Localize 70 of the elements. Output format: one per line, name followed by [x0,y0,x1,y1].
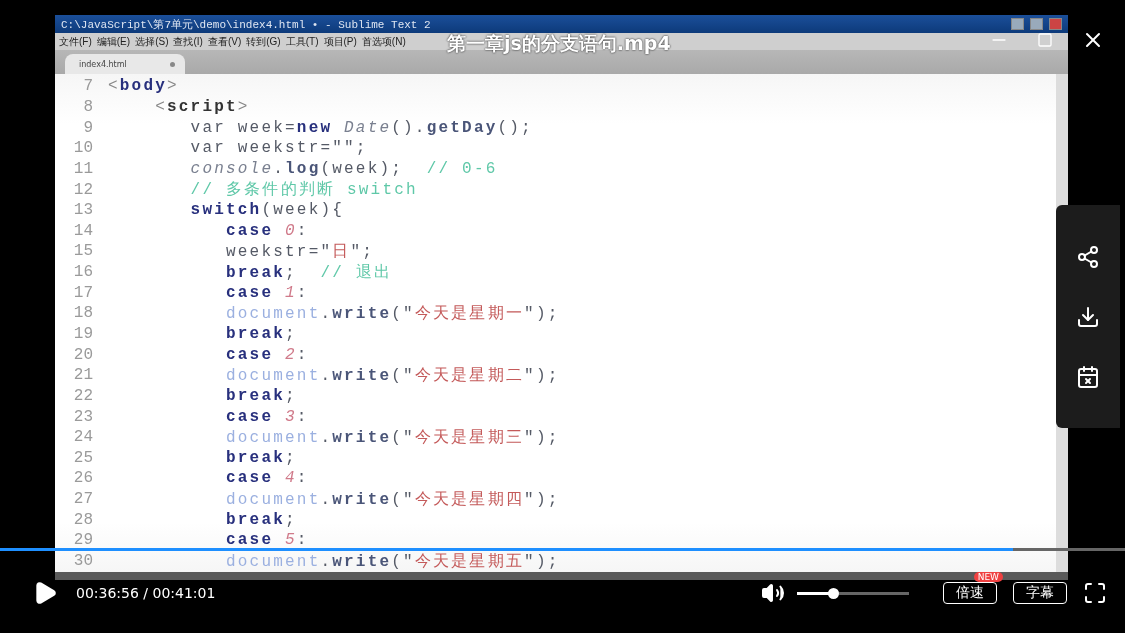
code-line: break; [225,510,297,529]
volume-icon[interactable] [761,581,785,605]
line-number: 10 [72,139,93,158]
menu-item[interactable]: 选择(S) [135,34,169,49]
line-number: 30 [72,552,93,571]
code-line: break; // 退出 [225,262,393,283]
menu-item[interactable]: 首选项(N) [361,34,406,49]
calendar-icon[interactable] [1076,364,1100,389]
line-number: 25 [72,448,93,467]
code-line: // 多条件的判断 switch [189,179,418,201]
code-line: case 3: [225,407,309,426]
code-line: document.write("今天是星期四"); [225,489,560,510]
code-line: break; [225,325,297,343]
line-number: 7 [82,77,93,96]
code-line: weekstr="日"; [225,241,375,262]
code-line: <body> [108,77,179,96]
line-number: 11 [72,159,93,178]
code-line: case 0: [225,221,309,240]
menu-item[interactable]: 项目(P) [323,34,357,49]
code-line: case 5: [225,531,309,550]
window-title: C:\JavaScript\第7单元\demo\index4.html • - Sublime Text 2 [61,17,432,32]
line-number: 27 [72,490,93,509]
menu-item[interactable]: 转到(G) [246,34,281,49]
menu-item[interactable]: 文件(F) [59,34,92,49]
file-tab[interactable]: index4.html [65,54,185,74]
menu-item[interactable]: 查看(V) [207,34,242,49]
line-number: 22 [72,386,93,405]
line-number: 20 [72,345,93,364]
close-dot-icon[interactable] [170,61,175,67]
line-number: 26 [72,469,93,488]
code-line: document.write("今天是星期一"); [225,303,560,324]
fullscreen-icon[interactable] [1083,581,1107,605]
code-line: break; [225,448,297,467]
line-number: 8 [82,97,93,116]
line-number: 12 [72,180,93,199]
line-number: 28 [72,510,93,529]
line-number: 23 [72,407,93,426]
code-line: var week=new Date().getDay(); [189,118,533,137]
code-line: case 1: [225,283,309,302]
line-number: 24 [72,428,93,447]
line-number: 15 [72,242,93,261]
download-icon[interactable] [1076,304,1100,329]
share-icon[interactable] [1076,244,1100,269]
code-line: case 4: [225,469,309,488]
code-line: document.write("今天是星期二"); [225,365,560,386]
code-line: break; [225,386,297,405]
code-line: <script> [154,97,250,116]
menu-item[interactable]: 编辑(E) [96,34,131,49]
line-number: 29 [72,531,93,550]
code-line: document.write("今天是星期三"); [225,427,560,448]
code-line: case 2: [225,345,309,364]
line-number: 9 [82,118,93,137]
code-line: document.write("今天是星期五"); [225,551,560,572]
line-number: 17 [72,283,93,302]
volume-thumb[interactable] [827,587,839,599]
video-title: 第一章js的分支语句.mp4 [447,31,671,57]
line-number: 16 [72,263,93,282]
line-number: 21 [72,366,93,385]
menu-item[interactable]: 工具(T) [285,34,319,49]
line-number: 18 [72,304,93,323]
time-display: 00:36:56 / 00:41:01 [76,585,217,601]
subtitles-button[interactable]: 字幕 [1013,582,1067,604]
line-number: 13 [72,201,93,220]
line-number: 19 [72,325,93,343]
line-number: 14 [72,221,93,240]
code-line: switch(week){ [189,201,345,220]
new-badge: NEW [973,572,1003,582]
code-line: var weekstr=""; [189,139,368,158]
menu-item[interactable]: 查找(I) [173,34,203,49]
code-line: console.log(week); // 0-6 [189,159,498,178]
